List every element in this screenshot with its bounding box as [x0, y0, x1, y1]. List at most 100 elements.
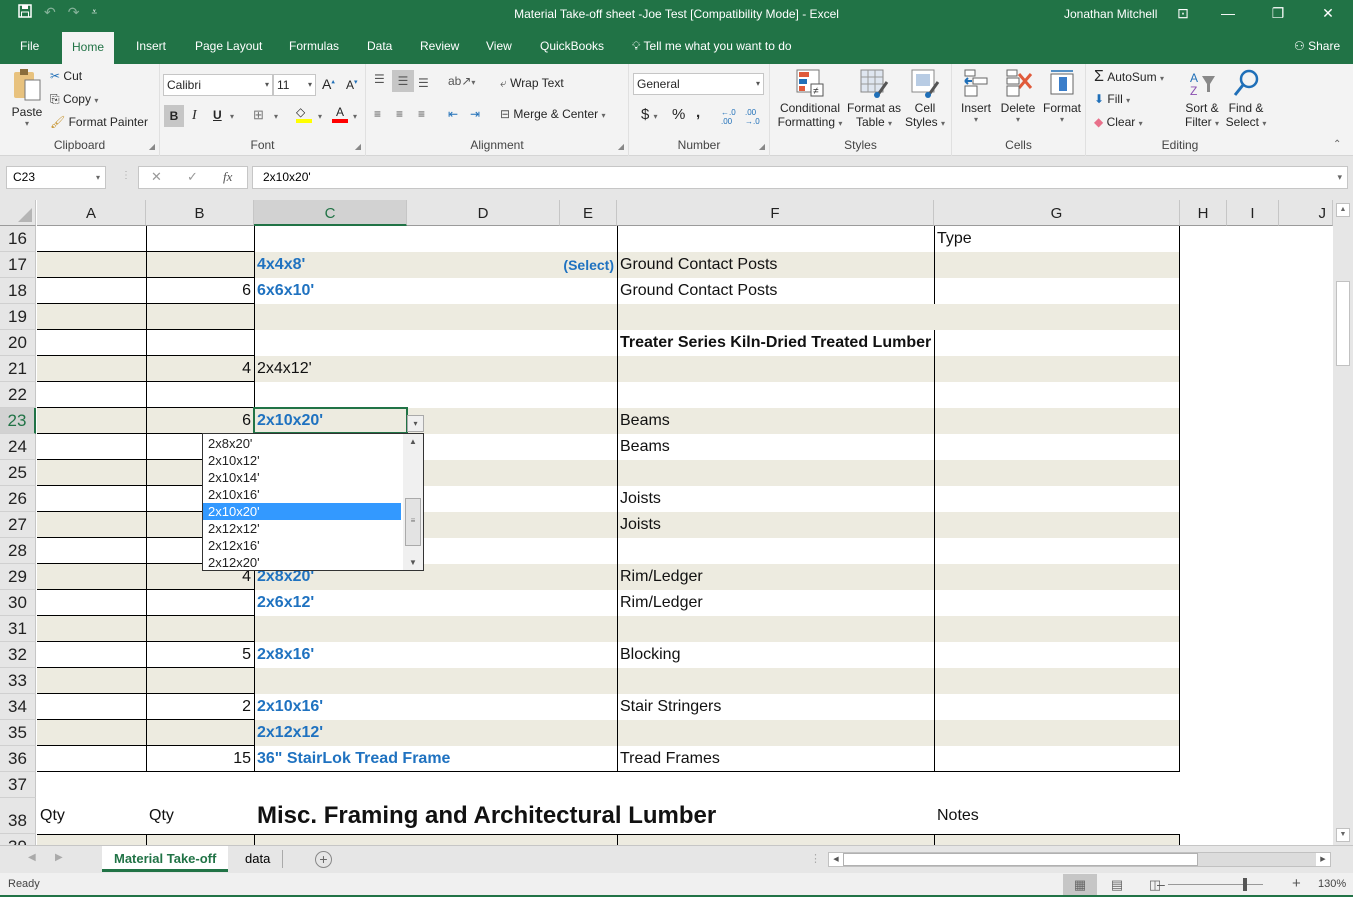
decrease-decimal-icon[interactable]: .00 →.0	[745, 108, 760, 126]
cell-f29[interactable]: Rim/Ledger	[617, 564, 706, 590]
chevron-down-icon[interactable]: ▾	[318, 112, 322, 121]
validation-dropdown-list[interactable]: 2x8x20' 2x10x12' 2x10x14' 2x10x16' 2x10x20' 2…	[202, 433, 424, 571]
row-header-22[interactable]: 22	[0, 382, 36, 408]
clear-button[interactable]: ◆ Clear ▾	[1094, 115, 1143, 129]
font-name-select[interactable]: Calibri ▾	[163, 74, 273, 96]
chevron-down-icon[interactable]: ▾	[353, 112, 357, 121]
cell-b35[interactable]	[146, 720, 254, 746]
restore-icon[interactable]: ❐	[1253, 0, 1303, 26]
cell-g22[interactable]	[934, 382, 1180, 408]
cell-e31[interactable]	[560, 616, 617, 642]
fill-color-button[interactable]: ◇	[296, 105, 312, 123]
cell-a19[interactable]	[37, 304, 146, 330]
row-header-26[interactable]: 26	[0, 486, 36, 512]
row-header-23[interactable]: 23	[0, 408, 36, 434]
cell-c32[interactable]: 2x8x16'	[254, 642, 317, 668]
share-button[interactable]: ⚇ Share	[1294, 39, 1340, 53]
decrease-indent-icon[interactable]: ⇤	[448, 107, 458, 121]
cell-f26[interactable]: Joists	[617, 486, 664, 512]
scroll-right-icon[interactable]: ▶	[1316, 853, 1330, 866]
copy-button[interactable]: ⎘ Copy ▾	[50, 92, 98, 107]
format-painter-button[interactable]: 🖌︎ Format Painter	[50, 115, 148, 129]
autosum-button[interactable]: Σ AutoSum ▾	[1094, 68, 1164, 86]
increase-indent-icon[interactable]: ⇥	[470, 107, 480, 121]
zoom-slider-thumb[interactable]	[1243, 878, 1247, 891]
cell-f23[interactable]: Beams	[617, 408, 673, 434]
cell-g16[interactable]: Type	[934, 226, 1180, 252]
cell-a28[interactable]	[37, 538, 146, 564]
dialog-launcher-icon[interactable]: ◢	[618, 142, 624, 151]
tab-insert[interactable]: Insert	[126, 28, 176, 64]
cell-b16[interactable]	[146, 226, 254, 252]
page-layout-view-icon[interactable]: ▤	[1100, 874, 1134, 895]
format-as-table-button[interactable]: Format as Table ▾	[846, 68, 902, 129]
next-sheet-icon[interactable]: ▶	[55, 852, 63, 863]
dropdown-option[interactable]: 2x10x12'	[203, 452, 401, 469]
row-header-18[interactable]: 18	[0, 278, 36, 304]
orientation-icon[interactable]: ab↗▾	[448, 74, 475, 88]
cell-g25[interactable]	[934, 460, 1180, 486]
cell-a29[interactable]	[37, 564, 146, 590]
tab-quickbooks[interactable]: QuickBooks	[530, 28, 614, 64]
format-cells-button[interactable]: Format ▾	[1040, 68, 1084, 124]
row-header-24[interactable]: 24	[0, 434, 36, 460]
add-sheet-icon[interactable]: +	[315, 851, 332, 868]
cell-a33[interactable]	[37, 668, 146, 694]
cell-e30[interactable]	[560, 590, 617, 616]
column-header-j[interactable]: J	[1279, 200, 1333, 226]
dropdown-option[interactable]: 2x12x12'	[203, 520, 401, 537]
cell-f18[interactable]: Ground Contact Posts	[617, 278, 780, 304]
column-header-f[interactable]: F	[617, 200, 934, 226]
cell-e34[interactable]	[560, 694, 617, 720]
cell-g28[interactable]	[934, 538, 1180, 564]
cell-g33[interactable]	[934, 668, 1180, 694]
cell-f32[interactable]: Blocking	[617, 642, 683, 668]
row-header-28[interactable]: 28	[0, 538, 36, 564]
zoom-out-icon[interactable]: –	[1157, 876, 1165, 892]
row-header-37[interactable]: 37	[0, 772, 36, 798]
row-header-20[interactable]: 20	[0, 330, 36, 356]
cell-g21[interactable]	[934, 356, 1180, 382]
cell-e33[interactable]	[560, 668, 617, 694]
find-select-button[interactable]: Find & Select ▾	[1224, 68, 1268, 129]
row-header-27[interactable]: 27	[0, 512, 36, 538]
cell-c36[interactable]: 36" StairLok Tread Frame	[254, 746, 453, 772]
delete-cells-button[interactable]: Delete ▾	[996, 68, 1040, 124]
ribbon-display-options-icon[interactable]: ⊡	[1163, 0, 1203, 26]
cell-e16[interactable]	[560, 226, 617, 252]
tab-review[interactable]: Review	[410, 28, 469, 64]
cell-b23[interactable]: 6	[146, 408, 254, 434]
cell-a17[interactable]	[37, 252, 146, 278]
cell-c35[interactable]: 2x12x12'	[254, 720, 326, 746]
top-align-icon[interactable]: ☰	[374, 72, 385, 86]
cell-g32[interactable]	[934, 642, 1180, 668]
cell-b19[interactable]	[146, 304, 254, 330]
dropdown-option[interactable]: 2x10x20'	[203, 503, 401, 520]
column-header-i[interactable]: I	[1227, 200, 1279, 226]
column-header-g[interactable]: G	[934, 200, 1180, 226]
font-size-select[interactable]: 11 ▾	[273, 74, 316, 96]
dialog-launcher-icon[interactable]: ◢	[149, 142, 155, 151]
cell-a21[interactable]	[37, 356, 146, 382]
cell-a18[interactable]	[37, 278, 146, 304]
cell-e18[interactable]	[560, 278, 617, 304]
column-header-c[interactable]: C	[254, 200, 407, 226]
cell-f17[interactable]: Ground Contact Posts	[617, 252, 780, 278]
cell-g27[interactable]	[934, 512, 1180, 538]
row-header-36[interactable]: 36	[0, 746, 36, 772]
column-header-a[interactable]: A	[37, 200, 146, 226]
cell-e25[interactable]	[560, 460, 617, 486]
dropdown-scrollbar[interactable]: ▲ ≡ ▼	[403, 434, 423, 570]
tab-view[interactable]: View	[476, 28, 522, 64]
zoom-slider[interactable]	[1168, 884, 1263, 885]
cell-e29[interactable]	[560, 564, 617, 590]
cell-b36[interactable]: 15	[146, 746, 254, 772]
middle-align-icon[interactable]: ☰	[392, 70, 414, 92]
dropdown-option[interactable]: 2x12x16'	[203, 537, 401, 554]
cell-e24[interactable]	[560, 434, 617, 460]
bottom-align-icon[interactable]: ☰	[418, 76, 429, 90]
cell-g29[interactable]	[934, 564, 1180, 590]
row-header-30[interactable]: 30	[0, 590, 36, 616]
dialog-launcher-icon[interactable]: ◢	[355, 142, 361, 151]
cell-f34[interactable]: Stair Stringers	[617, 694, 724, 720]
